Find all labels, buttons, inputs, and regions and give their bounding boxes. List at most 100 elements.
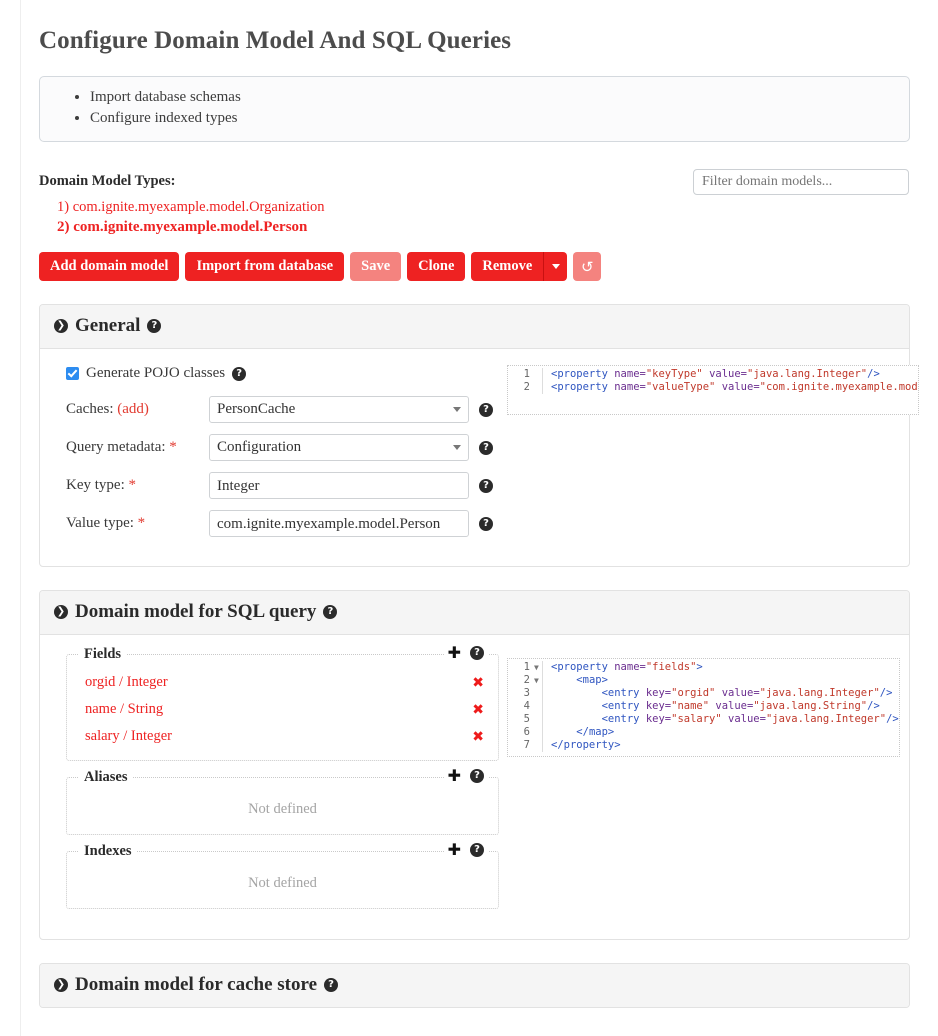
field-row[interactable]: salary / Integer ✖ bbox=[77, 723, 488, 750]
add-domain-model-button[interactable]: Add domain model bbox=[39, 252, 180, 281]
value-type-label-text: Value type: bbox=[66, 515, 134, 531]
tab-java[interactable]: Java bbox=[879, 365, 908, 366]
caches-label: Caches: (add) bbox=[66, 401, 209, 418]
info-box: Import database schemas Configure indexe… bbox=[39, 76, 910, 142]
code-line-number: 6 bbox=[523, 726, 530, 738]
code-line: 5 <entry key="salary" value="java.lang.I… bbox=[508, 713, 899, 726]
info-list: Import database schemas Configure indexe… bbox=[40, 87, 909, 129]
remove-field-icon[interactable]: ✖ bbox=[472, 702, 484, 718]
key-type-label: Key type: * bbox=[66, 477, 209, 494]
general-panel-body: Generate POJO classes ? Caches: (add) Pe… bbox=[40, 349, 919, 566]
fields-group: Fields ✚ ? orgid / Integer ✖ name / Stri… bbox=[66, 645, 499, 761]
cache-store-panel: ❯ Domain model for cache store ? bbox=[39, 963, 910, 1008]
caches-select[interactable]: PersonCache bbox=[209, 396, 469, 423]
tab-java[interactable]: Java bbox=[860, 658, 889, 659]
generate-pojo-row: Generate POJO classes ? bbox=[66, 365, 499, 382]
domain-model-item-organization[interactable]: 1) com.ignite.myexample.model.Organizati… bbox=[57, 197, 918, 217]
code-line: 3 <entry key="orgid" value="java.lang.In… bbox=[508, 687, 899, 700]
question-circle-icon[interactable]: ? bbox=[323, 605, 338, 619]
code-fold-icon[interactable]: ▼ bbox=[534, 674, 542, 687]
clone-button[interactable]: Clone bbox=[407, 252, 466, 281]
question-circle-icon[interactable]: ? bbox=[232, 366, 247, 381]
indexes-group: Indexes ✚ ? Not defined bbox=[66, 842, 499, 909]
sql-query-panel-title: Domain model for SQL query bbox=[75, 601, 317, 622]
plus-icon[interactable]: ✚ bbox=[448, 842, 461, 858]
general-code-lines: 1 <property name="keyType" value="java.la… bbox=[508, 368, 918, 394]
code-fold-icon bbox=[534, 713, 542, 726]
remove-field-icon[interactable]: ✖ bbox=[472, 729, 484, 745]
general-panel: ❯ General ? Generate POJO classes ? Cach… bbox=[39, 304, 919, 567]
question-circle-icon[interactable]: ? bbox=[479, 516, 493, 531]
required-asterisk: * bbox=[169, 439, 177, 455]
code-line-text: <entry key="orgid" value="java.lang.Inte… bbox=[542, 687, 899, 700]
domain-model-list: 1) com.ignite.myexample.model.Organizati… bbox=[39, 197, 918, 237]
code-line-text: </map> bbox=[542, 726, 899, 739]
general-panel-title: General bbox=[75, 315, 141, 336]
key-type-input[interactable]: Integer bbox=[209, 472, 469, 499]
query-metadata-row: Query metadata: * Configuration ? bbox=[66, 434, 499, 461]
sql-query-panel-header[interactable]: ❯ Domain model for SQL query ? bbox=[40, 591, 909, 635]
plus-icon[interactable]: ✚ bbox=[448, 768, 461, 784]
general-form: Generate POJO classes ? Caches: (add) Pe… bbox=[54, 365, 499, 548]
field-row[interactable]: orgid / Integer ✖ bbox=[77, 669, 488, 696]
code-fold-icon bbox=[534, 381, 542, 394]
import-from-database-button[interactable]: Import from database bbox=[185, 252, 345, 281]
question-circle-icon[interactable]: ? bbox=[147, 319, 162, 333]
general-panel-header[interactable]: ❯ General ? bbox=[40, 305, 909, 349]
domain-model-item-person[interactable]: 2) com.ignite.myexample.model.Person bbox=[57, 217, 918, 237]
fields-group-legend: Fields bbox=[79, 646, 127, 663]
question-circle-icon[interactable]: ? bbox=[479, 402, 493, 417]
value-type-input[interactable]: com.ignite.myexample.model.Person bbox=[209, 510, 469, 537]
aliases-empty-text: Not defined bbox=[248, 801, 317, 817]
indexes-group-tools: ✚ ? bbox=[443, 842, 488, 858]
code-line-text: <property name="keyType" value="java.lan… bbox=[542, 368, 918, 381]
undo-icon[interactable]: ↺ bbox=[573, 252, 602, 281]
query-metadata-label: Query metadata: * bbox=[66, 439, 209, 456]
sql-query-groups: Fields ✚ ? orgid / Integer ✖ name / Stri… bbox=[54, 645, 499, 925]
code-fold-icon[interactable]: ▼ bbox=[534, 661, 542, 674]
filter-domain-models-input[interactable] bbox=[693, 169, 909, 195]
remove-dropdown-toggle[interactable] bbox=[543, 252, 568, 281]
code-line-text: <entry key="name" value="java.lang.Strin… bbox=[542, 700, 899, 713]
aliases-group-tools: ✚ ? bbox=[443, 768, 488, 784]
question-circle-icon[interactable]: ? bbox=[470, 843, 484, 857]
question-circle-icon[interactable]: ? bbox=[324, 978, 339, 992]
question-circle-icon[interactable]: ? bbox=[470, 646, 484, 660]
caches-select-value: PersonCache bbox=[217, 401, 296, 417]
sql-query-panel: ❯ Domain model for SQL query ? Fields ✚ … bbox=[39, 590, 910, 940]
code-line-number: 7 bbox=[523, 739, 530, 751]
aliases-group: Aliases ✚ ? Not defined bbox=[66, 768, 499, 835]
code-line-number: 3 bbox=[523, 687, 530, 699]
indexes-empty-text: Not defined bbox=[248, 875, 317, 891]
code-line: 2 ▼ <map> bbox=[508, 674, 899, 687]
query-metadata-select[interactable]: Configuration bbox=[209, 434, 469, 461]
question-circle-icon[interactable]: ? bbox=[479, 478, 493, 493]
key-type-label-text: Key type: bbox=[66, 477, 125, 493]
value-type-row: Value type: * com.ignite.myexample.model… bbox=[66, 510, 499, 537]
remove-button[interactable]: Remove bbox=[471, 252, 544, 281]
save-button[interactable]: Save bbox=[350, 252, 402, 281]
code-line-number: 1 bbox=[523, 661, 530, 673]
code-line-text: <property name="valueType" value="com.ig… bbox=[542, 381, 918, 394]
question-circle-icon[interactable]: ? bbox=[479, 440, 493, 455]
field-row[interactable]: name / String ✖ bbox=[77, 696, 488, 723]
query-metadata-label-text: Query metadata: bbox=[66, 439, 166, 455]
domain-model-toolbar: Add domain model Import from database Sa… bbox=[39, 252, 918, 281]
caches-row: Caches: (add) PersonCache ? bbox=[66, 396, 499, 423]
field-label: orgid / Integer bbox=[85, 674, 168, 690]
code-line-text: <entry key="salary" value="java.lang.Int… bbox=[542, 713, 899, 726]
chevron-right-circle-icon: ❯ bbox=[54, 319, 68, 333]
remove-field-icon[interactable]: ✖ bbox=[472, 675, 484, 691]
code-line-number: 2 bbox=[523, 674, 530, 686]
tab-xml[interactable]: XML bbox=[817, 659, 850, 660]
cache-store-panel-title: Domain model for cache store bbox=[75, 974, 318, 995]
cache-store-panel-header[interactable]: ❯ Domain model for cache store ? bbox=[40, 964, 909, 1007]
tab-xml[interactable]: XML bbox=[836, 366, 869, 367]
plus-icon[interactable]: ✚ bbox=[448, 645, 461, 661]
indexes-group-legend: Indexes bbox=[79, 843, 137, 860]
domain-model-item-index: 2) bbox=[57, 219, 70, 235]
generate-pojo-checkbox[interactable] bbox=[66, 367, 79, 380]
question-circle-icon[interactable]: ? bbox=[470, 769, 484, 783]
caches-add-link[interactable]: (add) bbox=[117, 401, 149, 417]
general-code-tabs: XML Java bbox=[834, 365, 910, 368]
